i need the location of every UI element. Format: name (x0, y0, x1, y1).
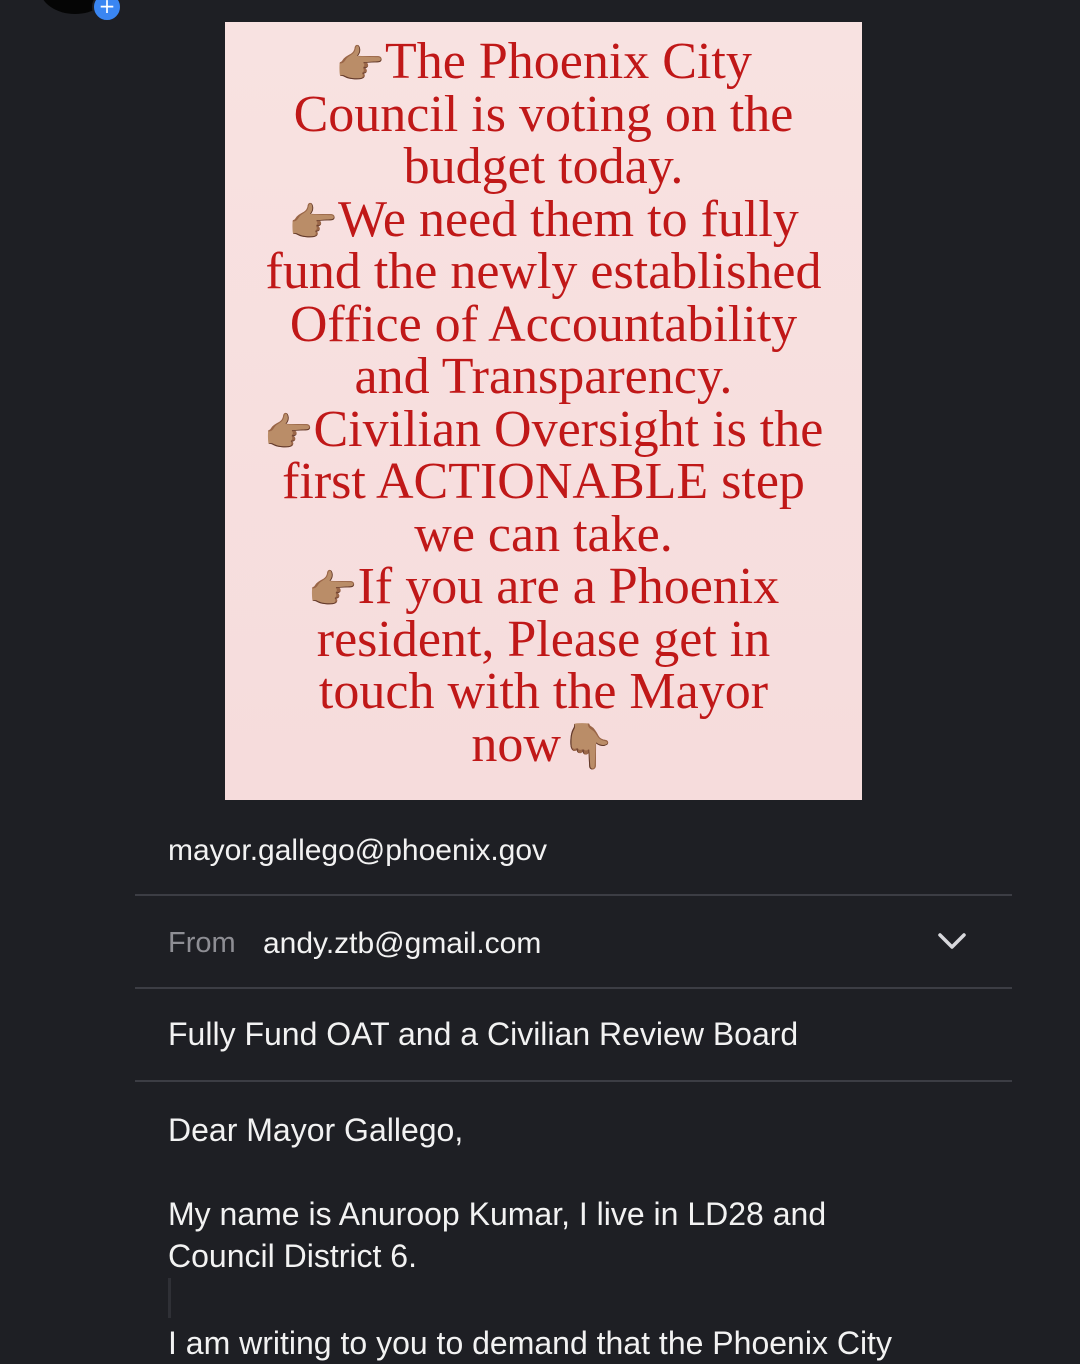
flyer-line: fund the newly established (265, 243, 822, 300)
pointing-down-hand-icon: 👇🏽 (560, 720, 616, 772)
plus-icon[interactable]: + (92, 0, 122, 22)
email-compose: mayor.gallego@phoenix.gov From andy.ztb@… (135, 800, 1012, 1361)
flyer-line: Office of Accountability (289, 295, 798, 353)
divider (135, 1080, 1012, 1082)
flyer-line: now👇🏽 (471, 715, 616, 773)
from-label: From (168, 927, 236, 959)
flyer-line: 👉🏽Civilian Oversight is the (263, 400, 824, 458)
flyer-line: 👉🏽We need them to fully (288, 190, 799, 248)
pointing-hand-icon: 👉🏽 (288, 199, 338, 246)
flyer-line: 👉🏽The Phoenix City (335, 33, 752, 90)
email-body-line[interactable]: My name is Anuroop Kumar, I live in LD28… (168, 1193, 826, 1235)
flyer-line: Council is voting on the (293, 85, 794, 143)
flyer-line: and Transparency. (354, 348, 733, 405)
flyer-image: 👉🏽The Phoenix City Council is voting on … (225, 22, 862, 800)
email-body-line[interactable]: I am writing to you to demand that the P… (168, 1322, 892, 1364)
email-body-greeting[interactable]: Dear Mayor Gallego, (168, 1109, 463, 1151)
flyer-line: budget today. (403, 138, 684, 195)
text-cursor (168, 1278, 171, 1318)
pointing-hand-icon: 👉🏽 (263, 409, 314, 456)
divider (135, 894, 1012, 896)
flyer-line: touch with the Mayor (318, 663, 769, 720)
from-field[interactable]: andy.ztb@gmail.com (263, 927, 541, 961)
flyer-line: resident, Please get in (316, 610, 771, 668)
flyer-line: we can take. (414, 505, 673, 563)
subject-field[interactable]: Fully Fund OAT and a Civilian Review Boa… (168, 1016, 798, 1053)
flyer-line: 👉🏽If you are a Phoenix (307, 558, 780, 615)
to-field[interactable]: mayor.gallego@phoenix.gov (168, 834, 547, 868)
divider (135, 987, 1012, 989)
pointing-hand-icon: 👉🏽 (307, 567, 358, 613)
email-body-line[interactable]: Council District 6. (168, 1235, 417, 1277)
flyer-line: first ACTIONABLE step (282, 453, 805, 510)
chevron-down-icon[interactable] (935, 926, 969, 956)
pointing-hand-icon: 👉🏽 (335, 42, 385, 88)
